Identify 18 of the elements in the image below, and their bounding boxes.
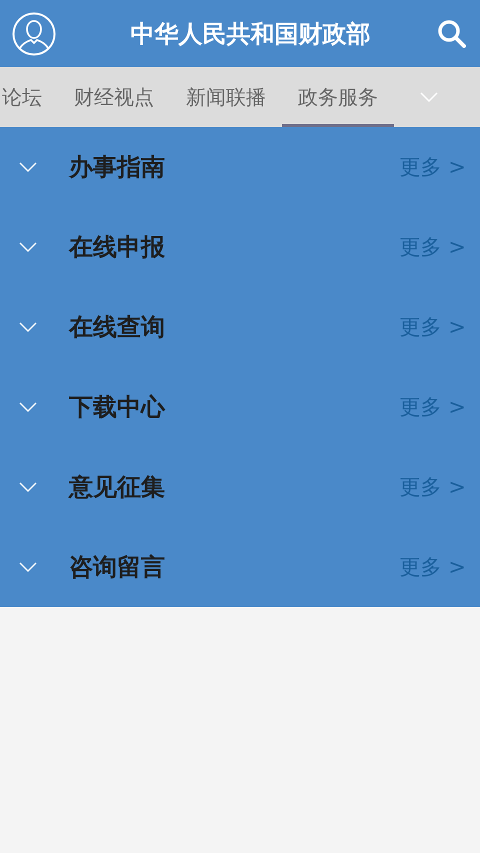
section-title[interactable]: 在线查询 — [69, 311, 400, 343]
section-title[interactable]: 咨询留言 — [69, 551, 400, 583]
chevron-down-icon[interactable] — [19, 162, 37, 172]
chevron-down-icon[interactable] — [19, 482, 37, 492]
chevron-down-icon[interactable] — [19, 322, 37, 332]
tab[interactable]: 财经视点 — [58, 67, 170, 127]
search-icon[interactable] — [437, 18, 467, 48]
tab[interactable]: 论坛 — [0, 67, 58, 127]
chevron-down-icon[interactable] — [19, 562, 37, 572]
chevron-down-icon[interactable] — [19, 242, 37, 252]
section-title[interactable]: 意见征集 — [69, 471, 400, 503]
tab[interactable]: 新闻联播 — [170, 67, 282, 127]
avatar-icon[interactable] — [12, 12, 56, 56]
section-title[interactable]: 办事指南 — [69, 151, 400, 183]
section-title[interactable]: 下载中心 — [69, 391, 400, 423]
section-title[interactable]: 在线申报 — [69, 231, 400, 263]
app-title: 中华人民共和国财政部 — [130, 18, 372, 50]
chevron-down-icon[interactable] — [19, 402, 37, 412]
